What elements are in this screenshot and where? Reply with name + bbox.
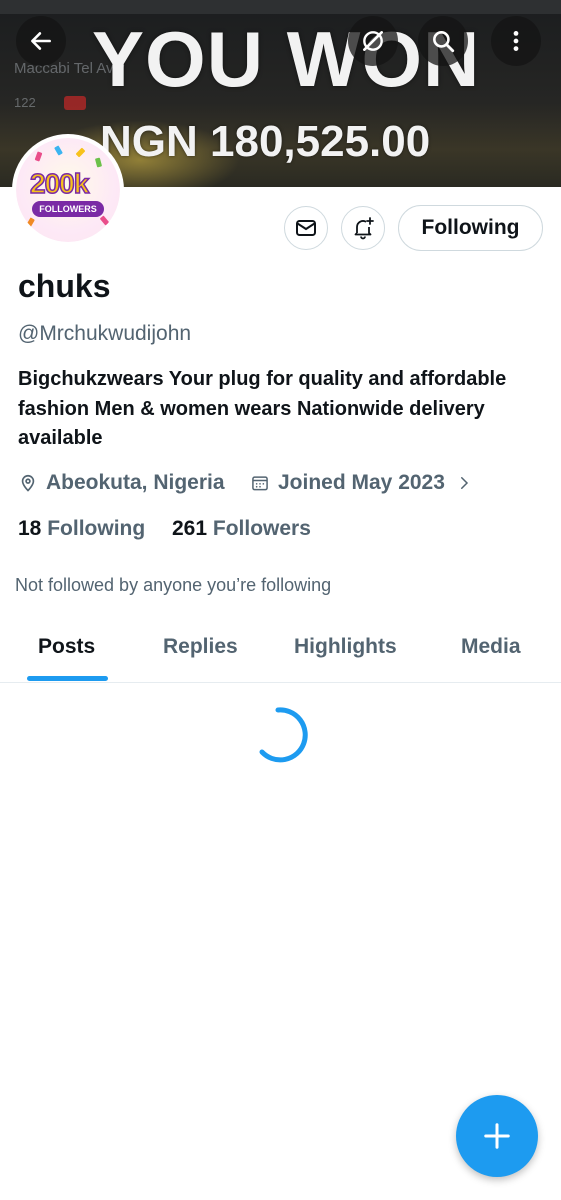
avatar-ribbon: FOLLOWERS	[32, 201, 104, 217]
profile-handle: @Mrchukwudijohn	[18, 322, 192, 345]
banner-background-text: 122	[14, 95, 36, 110]
tab-media[interactable]: Media	[461, 635, 521, 659]
search-icon	[433, 31, 455, 53]
profile-name: chuks	[18, 268, 111, 304]
notifications-button[interactable]	[341, 206, 385, 250]
profile-tabs: Posts Replies Highlights Media	[0, 630, 561, 683]
slashed-circle-icon	[363, 31, 383, 51]
more-vertical-icon	[513, 31, 519, 51]
followers-count: 261	[172, 517, 208, 540]
confetti	[94, 157, 103, 168]
confetti	[75, 147, 86, 158]
arrow-left-icon	[31, 32, 51, 50]
profile-location: Abeokuta, Nigeria	[18, 471, 225, 495]
avatar[interactable]: 200k FOLLOWERS	[12, 134, 124, 246]
following-count: 18	[18, 517, 42, 540]
following-count-link[interactable]: 18 Following	[18, 517, 145, 541]
tab-replies[interactable]: Replies	[163, 635, 238, 659]
following-label: Following	[47, 517, 146, 540]
active-tab-indicator	[27, 676, 108, 681]
avatar-number: 200k	[29, 167, 90, 200]
confetti	[54, 145, 63, 156]
following-button[interactable]: Following	[398, 205, 543, 251]
joined-text: Joined May 2023	[278, 471, 445, 494]
bell-plus-icon	[354, 217, 374, 240]
tab-posts[interactable]: Posts	[38, 635, 95, 659]
banner-top-strip	[0, 0, 561, 14]
compose-button[interactable]	[456, 1095, 538, 1177]
followers-label: Followers	[212, 517, 311, 540]
chevron-right-icon	[460, 477, 468, 489]
loading-spinner-icon	[259, 707, 308, 763]
confetti	[99, 215, 110, 226]
profile-bio: Bigchukzwears Your plug for quality and …	[18, 368, 507, 449]
banner-amount: NGN 180,525.00	[100, 117, 431, 166]
calendar-icon	[252, 476, 268, 491]
confetti	[34, 151, 43, 162]
message-button[interactable]	[284, 206, 328, 250]
back-button[interactable]	[16, 16, 66, 66]
followers-count-link[interactable]: 261 Followers	[172, 517, 311, 541]
envelope-icon	[296, 220, 316, 236]
tab-highlights[interactable]: Highlights	[294, 635, 397, 659]
location-text: Abeokuta, Nigeria	[46, 471, 225, 494]
grok-button[interactable]	[348, 16, 398, 66]
plus-icon	[484, 1123, 510, 1149]
profile-joined[interactable]: Joined May 2023	[250, 471, 473, 495]
avatar-image: 200k FOLLOWERS	[16, 138, 120, 242]
banner-background-badge	[64, 96, 86, 110]
more-button[interactable]	[491, 16, 541, 66]
location-pin-icon	[21, 474, 35, 492]
mutual-followers-text: Not followed by anyone you’re following	[15, 575, 332, 595]
search-button[interactable]	[418, 16, 468, 66]
confetti	[26, 217, 35, 228]
